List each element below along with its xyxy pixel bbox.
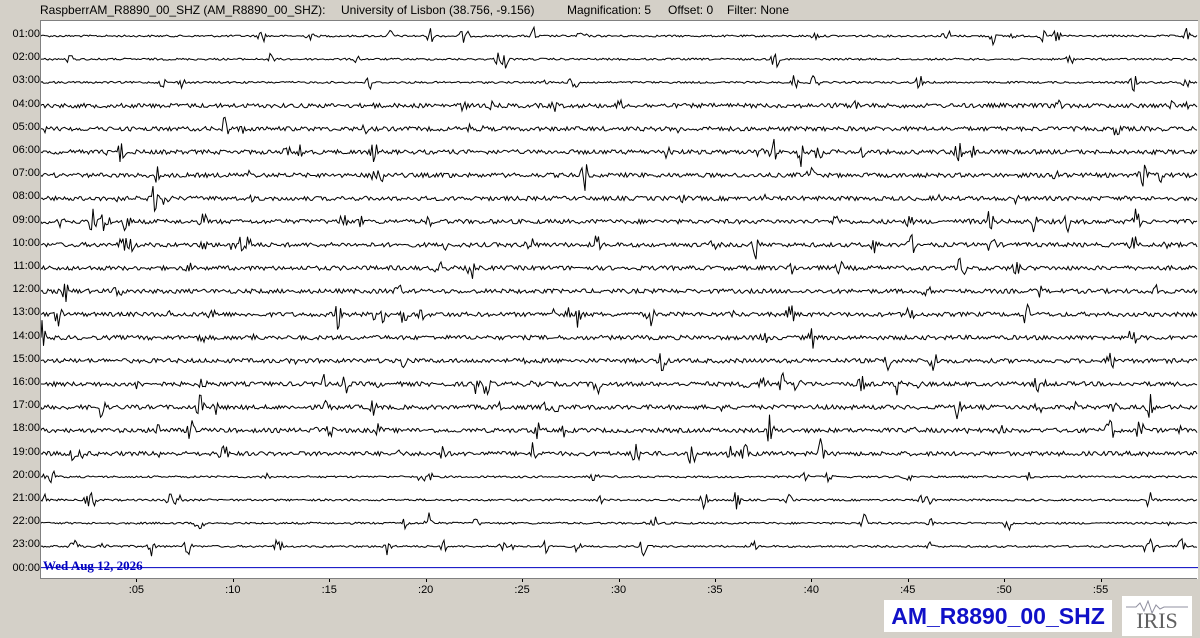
minute-tick-label: :45: [900, 584, 916, 596]
hour-label: 17:00: [12, 399, 40, 412]
hour-label: 06:00: [12, 144, 40, 156]
hour-label: 21:00: [12, 492, 40, 504]
iris-logo: IRIS: [1122, 596, 1192, 636]
seismogram-traces: [41, 25, 1198, 569]
date-label: Wed Aug 12, 2026: [43, 558, 143, 573]
hour-label: 13:00: [12, 306, 40, 319]
trace-line: [41, 512, 1198, 532]
hour-label: 10:00: [12, 236, 40, 249]
hour-label: 03:00: [12, 74, 40, 87]
logo-text: IRIS: [1136, 608, 1178, 633]
trace-line: [41, 283, 1198, 303]
trace-line: [41, 164, 1198, 191]
hour-label: 11:00: [13, 260, 40, 272]
hour-label: 05:00: [12, 120, 40, 133]
minute-tick-label: :55: [1092, 584, 1109, 596]
trace-line: [41, 233, 1198, 260]
minute-tick-label: :30: [610, 584, 627, 596]
minute-tick-mark: [136, 579, 138, 582]
minute-tick-label: :50: [996, 584, 1012, 596]
hour-label: 18:00: [12, 422, 40, 435]
hour-label: 02:00: [12, 51, 40, 64]
trace-line: [41, 186, 1198, 213]
trace-line: [41, 371, 1198, 397]
minute-tick-mark: [522, 579, 524, 582]
minute-tick-label: :40: [803, 584, 819, 596]
hour-label: 15:00: [12, 352, 40, 365]
hour-label: 14:00: [12, 329, 40, 342]
hour-label: 08:00: [12, 190, 40, 203]
magnification-label: Magnification: 5: [567, 3, 652, 17]
hour-label: 00:00: [12, 561, 40, 574]
hour-label: 01:00: [12, 28, 40, 40]
hour-label: 12:00: [12, 283, 40, 296]
trace-line: [41, 394, 1198, 420]
minute-tick-label: :10: [225, 584, 241, 596]
minute-tick-mark: [714, 579, 716, 582]
hour-label: 20:00: [12, 468, 40, 481]
trace-line: [41, 52, 1198, 69]
minute-tick-label: :20: [418, 584, 434, 596]
trace-line: [41, 116, 1198, 136]
minute-tick-label: :35: [707, 584, 723, 596]
trace-line: [41, 491, 1198, 511]
trace-line: [41, 138, 1198, 167]
hour-label: 16:00: [12, 376, 40, 388]
minute-tick-mark: [811, 579, 813, 582]
minute-tick-mark: [907, 579, 909, 582]
trace-line: [41, 302, 1198, 330]
station-title: RaspberrAM_R8890_00_SHZ (AM_R8890_00_SHZ…: [40, 3, 326, 17]
trace-line: [41, 352, 1198, 372]
station-location: University of Lisbon (38.756, -9.156): [341, 3, 535, 17]
trace-line: [41, 98, 1198, 113]
minute-tick-label: :05: [128, 584, 145, 596]
hour-label: 19:00: [12, 445, 40, 458]
minute-tick-label: :25: [514, 584, 530, 596]
minute-tick-mark: [1004, 579, 1006, 582]
offset-label: Offset: 0: [668, 3, 714, 17]
helicorder-header: RaspberrAM_R8890_00_SHZ (AM_R8890_00_SHZ…: [0, 0, 1200, 20]
hour-label: 23:00: [12, 538, 40, 551]
trace-line: [41, 25, 1198, 47]
hour-label: 07:00: [12, 167, 40, 180]
minute-tick-mark: [618, 579, 620, 582]
trace-line: [41, 257, 1198, 279]
trace-line: [41, 438, 1198, 464]
hour-label: 22:00: [12, 515, 40, 528]
hour-label: 09:00: [12, 213, 40, 226]
minute-tick-mark: [329, 579, 331, 582]
minute-tick-mark: [1100, 579, 1102, 582]
minute-tick-label: :15: [321, 584, 337, 596]
trace-line: [41, 537, 1198, 557]
trace-line: [41, 469, 1198, 484]
trace-line: [41, 414, 1198, 442]
filter-label: Filter: None: [727, 3, 790, 17]
minute-tick-mark: [232, 579, 234, 582]
seismogram-plot: [40, 20, 1198, 579]
hour-label: 04:00: [12, 97, 40, 110]
trace-line: [41, 320, 1198, 349]
station-code-label: AM_R8890_00_SHZ: [884, 600, 1112, 632]
minute-axis: :05 :10 :15 :20 :25 :30 :35 :40 :45 :50 :55: [40, 578, 1197, 599]
trace-line: [41, 208, 1198, 234]
trace-line: [41, 74, 1198, 93]
minute-tick-mark: [425, 579, 427, 582]
